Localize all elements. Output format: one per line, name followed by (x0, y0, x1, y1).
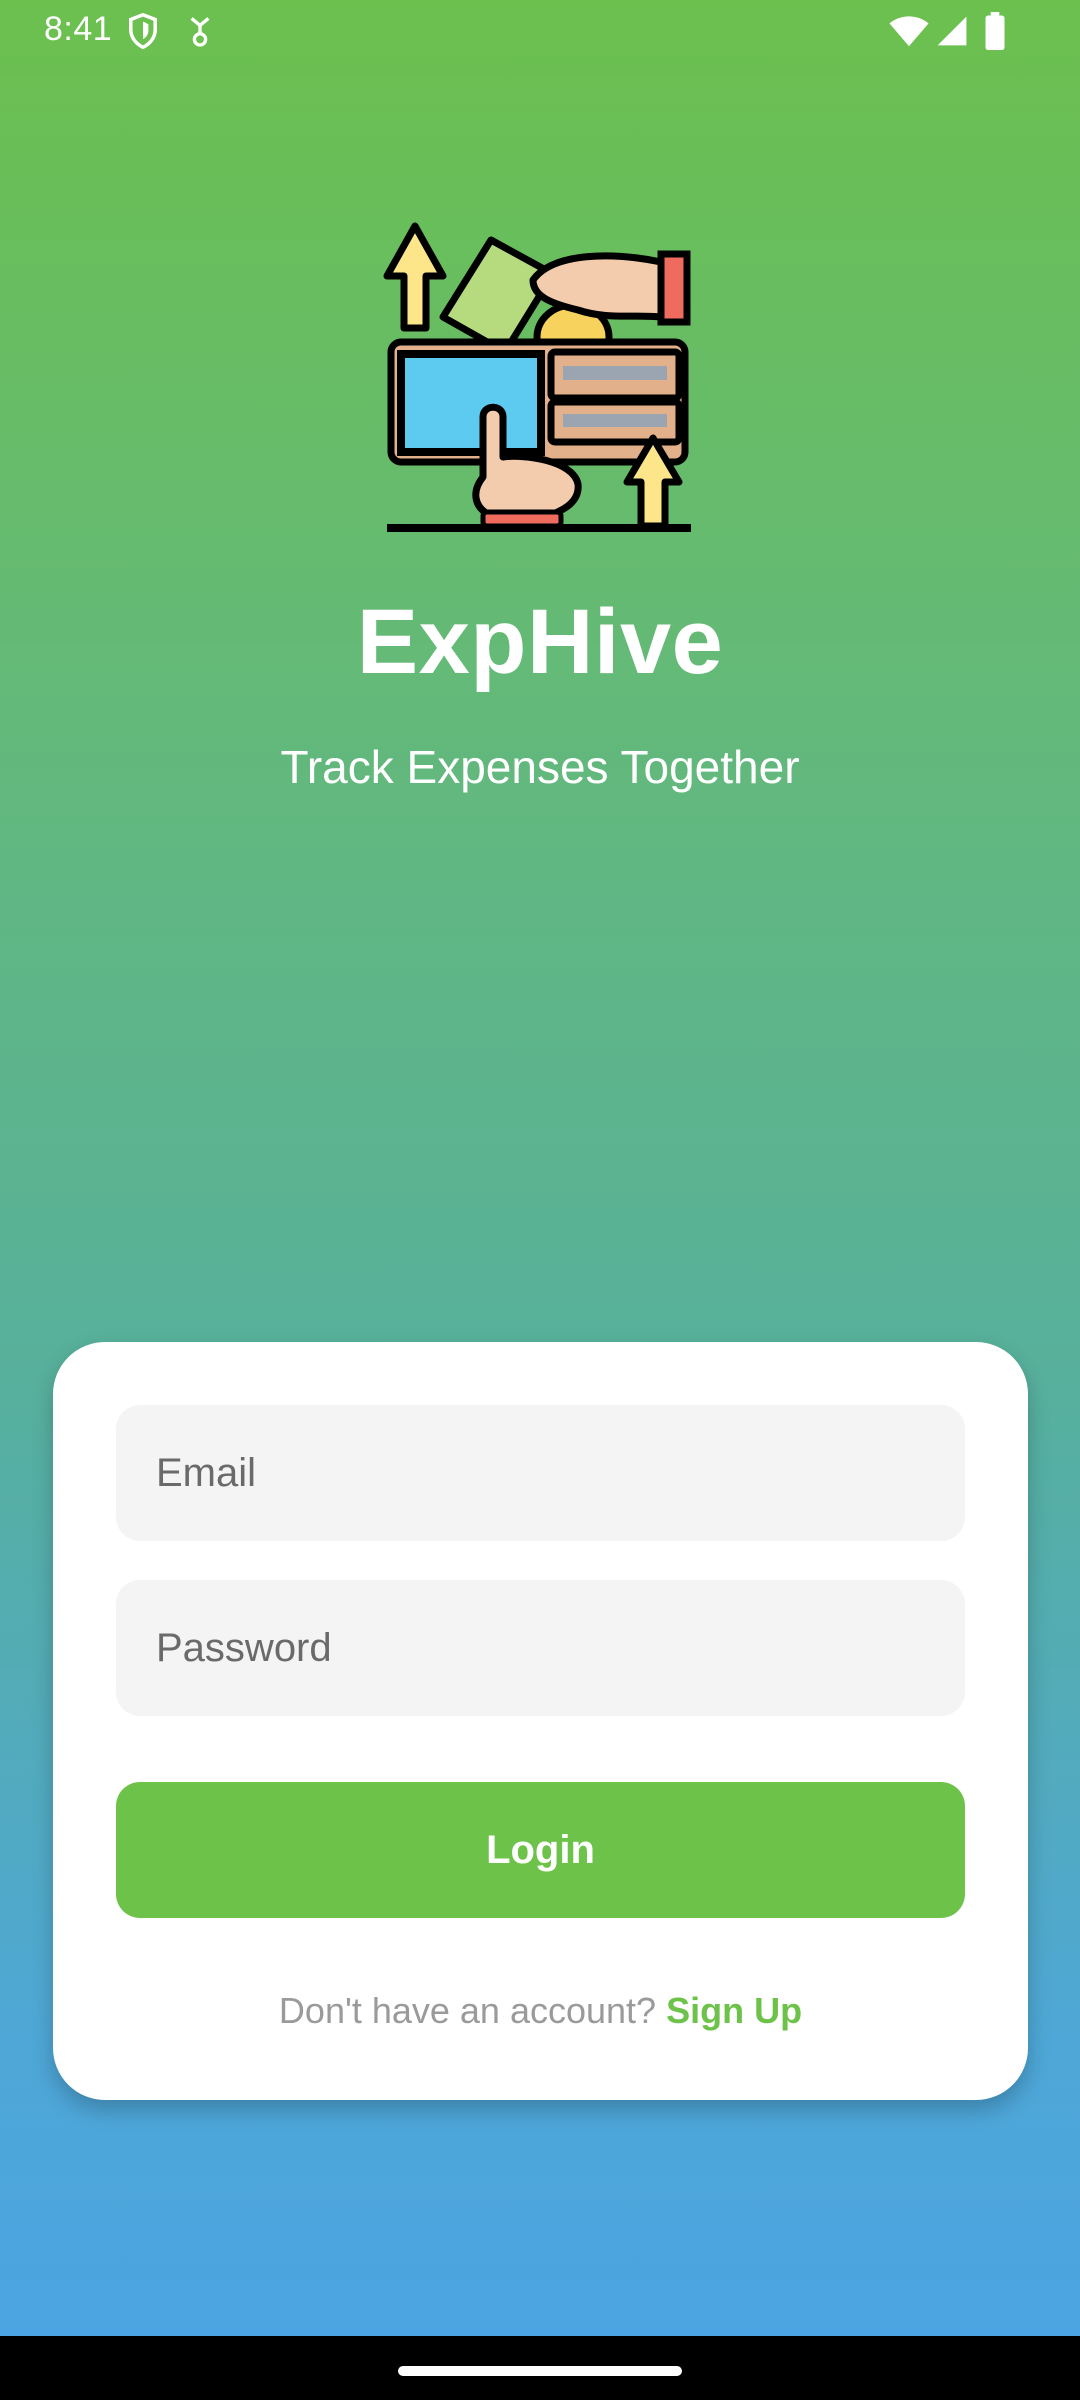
signup-link[interactable]: Sign Up (666, 1990, 802, 2031)
login-screen: 8:41 ExpHive Track Expenses Together Ema… (0, 0, 1080, 2400)
signup-prompt: Don't have an account? (278, 1990, 657, 2031)
password-field[interactable]: Password (116, 1580, 965, 1716)
usb-debug-icon (190, 17, 210, 47)
signal-icon (937, 16, 967, 46)
shield-icon (129, 12, 157, 50)
app-tagline: Track Expenses Together (280, 741, 800, 793)
login-card: Email Password Login Don't have an accou… (53, 1342, 1028, 2100)
app-title: ExpHive (356, 591, 724, 693)
email-placeholder: Email (156, 1450, 257, 1495)
status-bar: 8:41 (0, 0, 1080, 64)
login-button[interactable]: Login (116, 1782, 965, 1918)
battery-icon (985, 12, 1005, 50)
wifi-icon (889, 16, 929, 47)
home-indicator[interactable] (398, 2366, 682, 2376)
wallet-money-illustration-icon (383, 222, 691, 532)
status-time: 8:41 (44, 10, 113, 48)
password-placeholder: Password (156, 1625, 332, 1670)
email-field[interactable]: Email (116, 1405, 965, 1541)
login-button-label: Login (486, 1827, 595, 1872)
signup-row: Don't have an account? Sign Up (53, 1990, 1028, 2032)
